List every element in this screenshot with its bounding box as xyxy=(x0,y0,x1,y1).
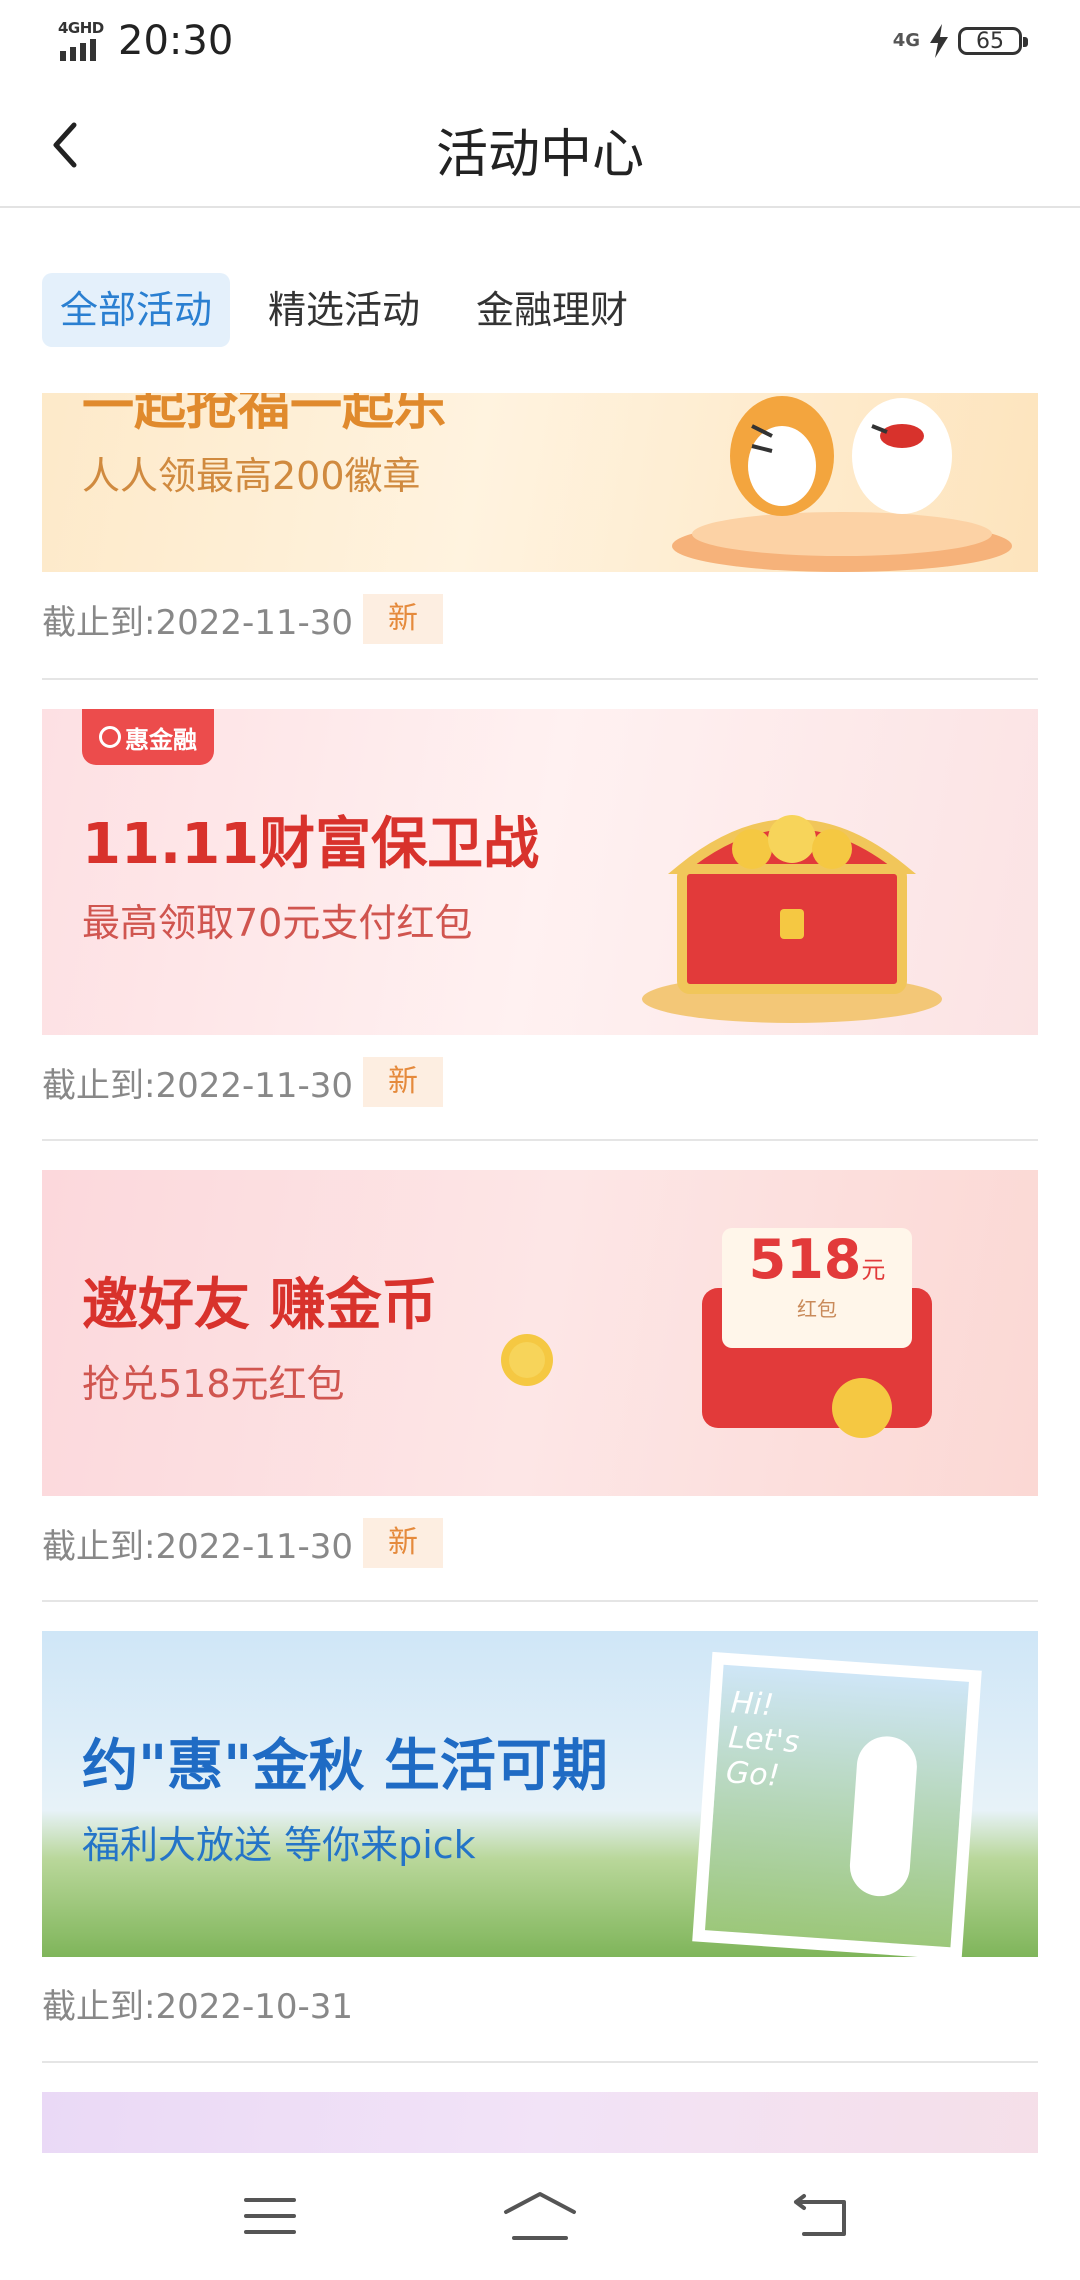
battery-icon: 65 xyxy=(958,27,1028,55)
tab-finance[interactable]: 金融理财 xyxy=(458,273,646,347)
tab-all-activities[interactable]: 全部活动 xyxy=(42,273,231,347)
new-badge: 新 xyxy=(363,1057,444,1107)
divider xyxy=(42,1600,1038,1602)
brand-logo-icon xyxy=(99,726,121,748)
deadline-text: 截止到:2022-11-30 xyxy=(42,602,354,643)
deadline-text: 截止到:2022-11-30 xyxy=(42,1065,354,1106)
return-icon xyxy=(794,2194,846,2236)
status-bar: 4GHD 20:30 4G 65 xyxy=(0,0,1080,84)
network-type-label: 4GHD xyxy=(58,19,104,37)
activity-banner[interactable]: 约"惠"金秋 生活可期 福利大放送 等你来pick Hi! Let's Go! xyxy=(42,1631,1038,1957)
envelope-unit: 元 xyxy=(861,1256,886,1284)
back-nav-button[interactable] xyxy=(780,2181,860,2251)
home-icon xyxy=(504,2192,576,2240)
envelope-amount: 518 xyxy=(748,1228,862,1291)
banner-subtitle: 抢兑518元红包 xyxy=(82,1362,345,1406)
top-navigation-bar: 活动中心 xyxy=(0,90,1080,208)
menu-button[interactable] xyxy=(230,2181,310,2251)
tab-featured-activities[interactable]: 精选活动 xyxy=(250,273,438,347)
deadline-text: 截止到:2022-11-30 xyxy=(42,1526,354,1567)
divider xyxy=(42,678,1038,680)
gold-coin-icon xyxy=(501,1334,553,1386)
banner-title: 约"惠"金秋 生活可期 xyxy=(82,1734,608,1799)
activity-tabs: 全部活动 精选活动 金融理财 xyxy=(42,273,646,347)
brand-name: 惠金融 xyxy=(125,725,197,754)
activity-banner[interactable]: 邀好友 赚金币 抢兑518元红包 518元 红包 xyxy=(42,1170,1038,1496)
divider xyxy=(42,1139,1038,1141)
banner-subtitle: 最高领取70元支付红包 xyxy=(82,901,473,945)
banner-title: 邀好友 赚金币 xyxy=(82,1273,438,1338)
signal-icon: 4GHD xyxy=(58,19,108,63)
family-photo-frame: Hi! Let's Go! xyxy=(692,1651,982,1957)
activity-banner[interactable]: 惠金融 11.11财富保卫战 最高领取70元支付红包 xyxy=(42,709,1038,1035)
banner-title: 一起抢福一起乐 xyxy=(82,393,447,437)
tiger-mascot-illustration xyxy=(672,396,1012,572)
network-4g-indicator: 4G xyxy=(892,30,920,51)
home-button[interactable] xyxy=(500,2181,580,2251)
photo-caption: Hi! Let's Go! xyxy=(724,1685,801,1794)
menu-icon xyxy=(244,2198,296,2234)
envelope-label: 红包 xyxy=(797,1297,837,1321)
brand-badge: 惠金融 xyxy=(82,709,214,765)
new-badge: 新 xyxy=(363,594,444,644)
banner-subtitle: 人人领最高200徽章 xyxy=(82,454,421,498)
new-badge: 新 xyxy=(363,1518,444,1568)
divider xyxy=(42,2061,1038,2063)
clock: 20:30 xyxy=(118,18,234,64)
charging-bolt-icon xyxy=(930,24,948,58)
banner-subtitle: 福利大放送 等你来pick xyxy=(82,1823,476,1867)
red-envelope-illustration: 518元 红包 xyxy=(702,1228,932,1438)
activity-banner[interactable] xyxy=(42,2092,1038,2153)
treasure-chest-illustration xyxy=(642,815,942,1023)
page-title: 活动中心 xyxy=(435,125,644,185)
banner-title: 11.11财富保卫战 xyxy=(82,812,540,877)
activity-list[interactable]: 一起抢福一起乐 人人领最高200徽章 截止到:2022-11-30 新 惠金融 xyxy=(42,393,1038,2153)
battery-level: 65 xyxy=(976,28,1004,54)
activity-banner[interactable]: 一起抢福一起乐 人人领最高200徽章 xyxy=(42,393,1038,572)
deadline-text: 截止到:2022-10-31 xyxy=(42,1987,354,2027)
system-navigation-bar xyxy=(0,2153,1080,2280)
